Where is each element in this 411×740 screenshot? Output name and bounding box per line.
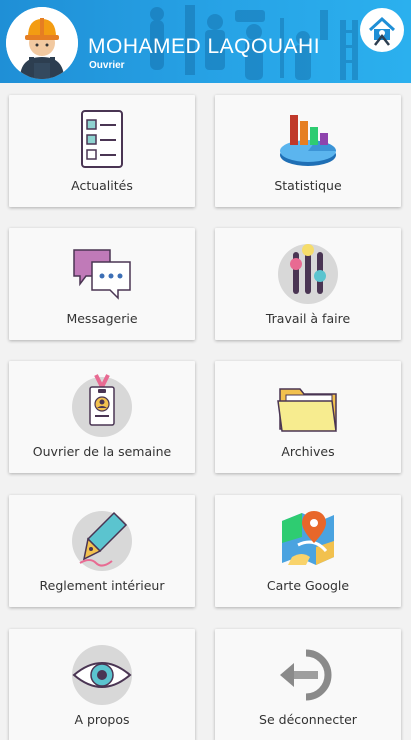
tile-ouvrier-de-la-semaine[interactable]: Ouvrier de la semaine — [9, 361, 195, 473]
checklist-icon — [81, 110, 123, 168]
pen-nib-icon — [72, 511, 132, 571]
folder-icon — [277, 388, 337, 432]
tile-messagerie[interactable]: Messagerie — [9, 228, 195, 340]
tile-label: Reglement intérieur — [39, 578, 165, 593]
tile-label: Travail à faire — [265, 311, 351, 326]
tile-reglement-interieur[interactable]: Reglement intérieur — [9, 495, 195, 607]
eye-icon — [72, 645, 132, 705]
map-pin-icon — [282, 511, 334, 565]
menu-grid: Actualités Statistique Messagerie Travai… — [0, 0, 411, 740]
tile-label: A propos — [74, 712, 130, 727]
tile-carte-google[interactable]: Carte Google — [215, 495, 401, 607]
chart-icon — [280, 115, 336, 166]
tile-label: Ouvrier de la semaine — [32, 444, 172, 459]
tile-statistique[interactable]: Statistique — [215, 95, 401, 207]
tile-a-propos[interactable]: A propos — [9, 629, 195, 740]
chat-bubbles-icon — [73, 249, 131, 300]
tile-label: Actualités — [71, 178, 133, 193]
tile-travail-a-faire[interactable]: Travail à faire — [215, 228, 401, 340]
tile-archives[interactable]: Archives — [215, 361, 401, 473]
sliders-icon — [278, 244, 338, 304]
tile-actualites[interactable]: Actualités — [9, 95, 195, 207]
badge-icon — [72, 374, 132, 437]
tile-label: Carte Google — [266, 578, 350, 593]
tile-se-deconnecter[interactable]: Se déconnecter — [215, 629, 401, 740]
tile-label: Se déconnecter — [259, 712, 357, 727]
tile-label: Archives — [281, 444, 335, 459]
logout-arrow-icon — [280, 649, 332, 701]
tile-label: Messagerie — [66, 311, 138, 326]
tile-label: Statistique — [274, 178, 342, 193]
